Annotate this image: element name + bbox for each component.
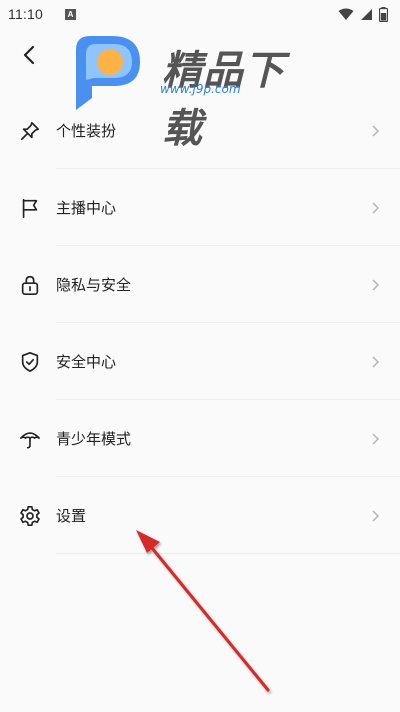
- menu-item-label: 安全中心: [56, 353, 117, 371]
- menu-item-youth-mode[interactable]: 青少年模式: [0, 400, 400, 477]
- menu-item-label: 青少年模式: [56, 430, 132, 448]
- chevron-right-icon: [372, 278, 380, 291]
- chevron-right-icon: [372, 432, 380, 445]
- wifi-icon: [338, 8, 354, 20]
- menu-item-security-center[interactable]: 安全中心: [0, 323, 400, 400]
- menu-item-label: 设置: [56, 507, 87, 525]
- menu-item-privacy-security[interactable]: 隐私与安全: [0, 246, 400, 323]
- settings-menu-list: 个性装扮 主播中心 隐私与安全 安全中心 青少年模式 设置: [0, 92, 400, 554]
- battery-icon: [379, 6, 388, 22]
- gear-icon: [18, 504, 42, 528]
- chevron-right-icon: [372, 124, 380, 137]
- lock-icon: [18, 273, 42, 297]
- chevron-right-icon: [372, 355, 380, 368]
- menu-item-settings[interactable]: 设置: [0, 477, 400, 554]
- pin-icon: [18, 119, 42, 143]
- menu-item-label: 个性装扮: [56, 122, 117, 140]
- status-icons: [338, 6, 388, 22]
- umbrella-icon: [18, 427, 42, 451]
- status-bar: 11:10 A: [0, 0, 400, 28]
- chevron-right-icon: [372, 509, 380, 522]
- notification-badge: A: [65, 8, 76, 20]
- signal-icon: [361, 8, 372, 20]
- back-button[interactable]: [16, 40, 42, 70]
- flag-icon: [18, 196, 42, 220]
- chevron-left-icon: [23, 45, 35, 65]
- menu-item-label: 隐私与安全: [56, 276, 132, 294]
- menu-item-label: 主播中心: [56, 199, 117, 217]
- chevron-right-icon: [372, 201, 380, 214]
- menu-item-streamer-center[interactable]: 主播中心: [0, 169, 400, 246]
- status-time: 11:10: [8, 6, 43, 22]
- menu-item-personalize[interactable]: 个性装扮: [0, 92, 400, 169]
- shield-check-icon: [18, 350, 42, 374]
